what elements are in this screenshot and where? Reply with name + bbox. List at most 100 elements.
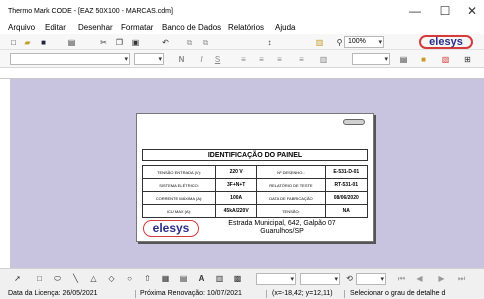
label-header: IDENTIFICAÇÃO DO PAINEL [142,149,368,161]
table-row: SISTEMA ELÉTRICO: 3F+N+T RELATÓRIO DE TE… [141,178,369,192]
align-center-icon[interactable]: ≡ [256,54,267,65]
brand-logo: elesys [419,35,473,49]
circle-icon[interactable]: ○ [124,273,135,284]
chevron-down-icon: ▾ [290,276,294,283]
arrow-shape-icon[interactable]: ⇧ [142,273,153,284]
line-icon[interactable]: ╲ [70,273,81,284]
minimize-button[interactable]: — [404,4,426,18]
cell-value: 45kA/220V [215,204,258,218]
first-page-icon[interactable]: ⏮ [396,273,407,284]
cell-value: E-531-D-01 [324,165,369,179]
status-bar: Data da Licença: 26/05/2021 Próxima Reno… [0,288,484,299]
next-page-icon[interactable]: ▶ [436,273,447,284]
menu-desenhar[interactable]: Desenhar [78,23,113,32]
barcode-icon[interactable]: ▥ [214,273,225,284]
status-divider [344,290,345,298]
cursor-coords: (x=-18,42; y=12,11) [272,290,333,297]
save-icon[interactable]: ■ [38,37,49,48]
cell-value: 220 V [215,165,258,179]
align-height-icon[interactable]: ↕ [264,37,275,48]
chevron-down-icon: ▾ [158,56,162,63]
line-color-select[interactable]: ▾ [256,273,296,285]
label-address: Estrada Municipal, 642, Galpão 07 Guarul… [228,220,336,235]
pointer-icon[interactable]: ➚ [12,273,23,284]
underline-icon[interactable]: S [212,54,223,65]
cell-label: DATA DE FABRICAÇÃO [256,191,326,205]
maximize-button[interactable]: ☐ [434,4,456,18]
menu-bar: Arquivo Editar Desenhar Formatar Banco d… [0,22,484,34]
menu-relatorios[interactable]: Relatórios [228,23,264,32]
chevron-down-icon: ▾ [334,276,338,283]
page-setup-icon[interactable]: ▤ [398,54,409,65]
align-left-icon[interactable]: ≡ [238,54,249,65]
format-toolbar: ▾ ▾ N I S ≡ ≡ ≡ ≡ ▥ ▾ ▤ ■ ▧ ⊞ [0,50,484,68]
menu-banco-de-dados[interactable]: Banco de Dados [162,23,221,32]
columns-icon[interactable]: ▥ [318,54,329,65]
last-page-icon[interactable]: ⏭ [456,273,467,284]
fill-color-select[interactable]: ▾ [300,273,340,285]
open-folder-icon[interactable]: ▰ [22,37,33,48]
justify-icon[interactable]: ≡ [296,54,307,65]
undo-icon[interactable]: ↶ [160,37,171,48]
ellipse-icon[interactable]: ⬭ [52,273,63,284]
image-icon[interactable]: ▦ [160,273,171,284]
bold-icon[interactable]: N [176,54,187,65]
triangle-icon[interactable]: △ [88,273,99,284]
rotation-select[interactable]: ▾ [356,273,386,285]
table-row: ICU MAX (A): 45kA/220V TENSÃO: NA [141,204,369,218]
font-size-select[interactable]: ▾ [134,53,164,65]
prev-page-icon[interactable]: ◀ [414,273,425,284]
font-select[interactable]: ▾ [10,53,130,65]
cell-label: CORRENTE MÁXIMA (A): [141,191,217,205]
layer-icon[interactable]: ■ [418,54,429,65]
table-icon[interactable]: ▤ [178,273,189,284]
diamond-icon[interactable]: ◇ [106,273,117,284]
rotate-icon[interactable]: ⟲ [344,273,355,284]
rectangle-icon[interactable]: □ [34,273,45,284]
title-bar: Thermo Mark CODE - [EAZ 50X100 - MARCAS.… [0,0,484,22]
barcode-2d-icon[interactable]: ▩ [232,273,243,284]
hang-hole [343,119,365,125]
group-icon[interactable]: ⧉ [184,37,195,48]
license-date: Data da Licença: 26/05/2021 [8,290,98,297]
renewal-date: Próxima Renovação: 10/07/2021 [140,290,242,297]
menu-formatar[interactable]: Formatar [121,23,153,32]
print-icon[interactable]: ▤ [66,37,77,48]
paste-icon[interactable]: ▣ [130,37,141,48]
cell-value: 08/06/2020 [324,191,369,205]
label-design[interactable]: IDENTIFICAÇÃO DO PAINEL TENSÃO ENTRADA (… [136,113,374,242]
status-divider [135,290,136,298]
cut-icon[interactable]: ✂ [98,37,109,48]
zoom-value: 100% [348,38,366,45]
standard-toolbar: □ ▰ ■ ▤ ✂ ❐ ▣ ↶ ⧉ ⧉ ↕ ▥ ⚲ 100% ▾ elesys [0,34,484,50]
label-logo: elesys [143,220,199,237]
table-row: TENSÃO ENTRADA (V): 220 V Nº DESENHO.: E… [141,165,369,179]
italic-icon[interactable]: I [196,54,207,65]
menu-arquivo[interactable]: Arquivo [8,23,35,32]
status-divider [266,290,267,298]
align-right-icon[interactable]: ≡ [274,54,285,65]
spec-table: TENSÃO ENTRADA (V): 220 V Nº DESENHO.: E… [141,165,369,218]
close-button[interactable]: ✕ [461,4,483,18]
menu-editar[interactable]: Editar [45,23,66,32]
chevron-down-icon: ▾ [124,56,128,63]
cell-label: RELATÓRIO DE TESTE [256,178,326,192]
cell-value: NA [324,204,369,218]
text-tool-icon[interactable]: A [196,273,207,284]
export-icon[interactable]: ▧ [440,54,451,65]
status-hint: Selecionar o grau de detalhe d [350,290,446,297]
database-icon[interactable]: ▥ [314,37,325,48]
table-row: CORRENTE MÁXIMA (A): 100A DATA DE FABRIC… [141,191,369,205]
drawing-toolbar: ➚ □ ⬭ ╲ △ ◇ ○ ⇧ ▦ ▤ A ▥ ▩ ▾ ▾ ⟲ ▾ ⏮ ◀ ▶ … [0,268,484,288]
line-style-select[interactable]: ▾ [352,53,390,65]
cell-label: TENSÃO: [256,204,326,218]
copy-icon[interactable]: ❐ [114,37,125,48]
properties-icon[interactable]: ⊞ [462,54,473,65]
new-file-icon[interactable]: □ [8,37,19,48]
menu-ajuda[interactable]: Ajuda [275,23,295,32]
ungroup-icon[interactable]: ⧉ [200,37,211,48]
zoom-select[interactable]: 100% ▾ [344,36,384,48]
cell-value: 3F+N+T [215,178,258,192]
cell-value: 100A [215,191,258,205]
chevron-down-icon: ▾ [384,56,388,63]
